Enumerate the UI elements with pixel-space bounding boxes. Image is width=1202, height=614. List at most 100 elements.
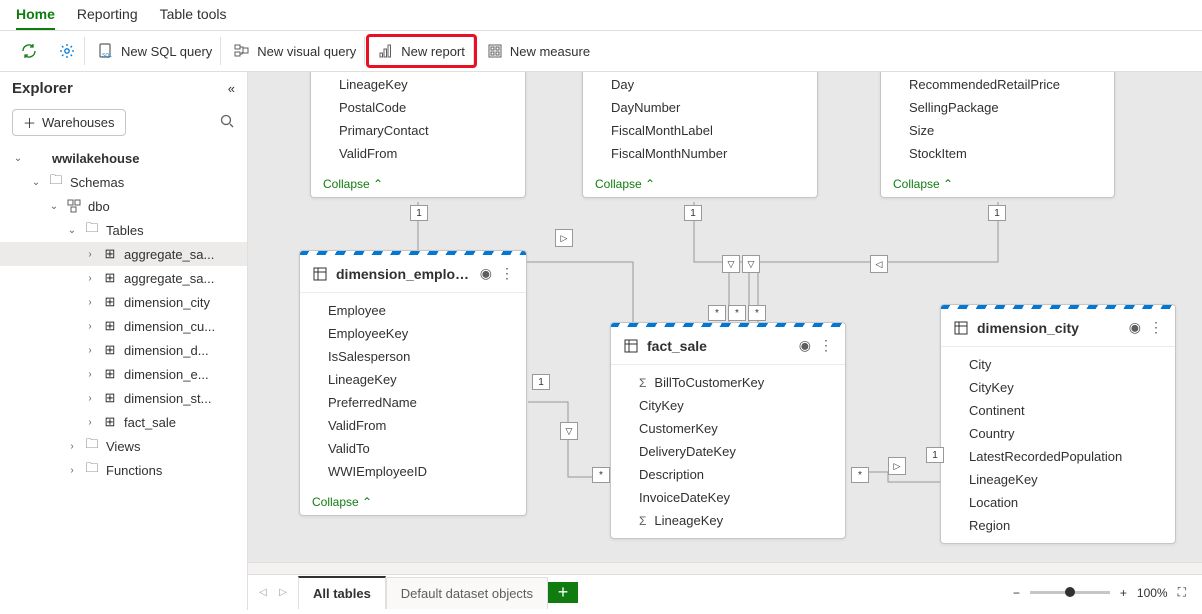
collapse-button[interactable]: Collapse ⌃ [881,171,1114,197]
field: ValidTo [300,437,526,460]
visibility-icon[interactable]: ◉ [799,337,811,354]
add-warehouse-button[interactable]: ＋ Warehouses [12,109,126,136]
collapse-button[interactable]: Collapse ⌃ [311,171,525,197]
collapse-button[interactable]: Collapse ⌃ [583,171,817,197]
tree-database[interactable]: ⌄wwilakehouse [0,146,247,170]
new-sql-query-button[interactable]: SQL New SQL query [89,37,221,65]
tree-views[interactable]: ›🗀Views [0,434,247,458]
diagram-card-partial-3[interactable]: RecommendedRetailPrice SellingPackage Si… [880,72,1115,198]
add-tab-button[interactable]: + [548,582,578,603]
cardinality-one: 1 [532,374,550,390]
field: InvoiceDateKey [611,486,845,509]
tree-tables[interactable]: ⌄🗀Tables [0,218,247,242]
field: FiscalMonthNumber [583,142,817,165]
collapse-explorer-icon[interactable]: « [228,81,235,96]
tree-schemas[interactable]: ⌄🗀Schemas [0,170,247,194]
table-row[interactable]: ›⊞aggregate_sa... [0,266,247,290]
explorer-panel: Explorer « ＋ Warehouses ⌄wwilakehouse ⌄🗀… [0,72,248,610]
explorer-title: Explorer [12,80,73,97]
new-visual-query-button[interactable]: New visual query [225,37,365,65]
refresh-button[interactable] [12,37,46,65]
zoom-out-button[interactable]: − [1013,586,1020,600]
field: PostalCode [311,96,525,119]
tree-dbo[interactable]: ⌄dbo [0,194,247,218]
diagram-card-fact-sale[interactable]: fact_sale ◉ ⋮ ΣBillToCustomerKey CityKey… [610,322,846,539]
card-title: dimension_employee [336,266,472,282]
footer-tab-default-dataset[interactable]: Default dataset objects [386,577,548,609]
zoom-in-button[interactable]: + [1120,586,1127,600]
field: LineageKey [311,73,525,96]
tree-functions[interactable]: ›🗀Functions [0,458,247,482]
card-title: dimension_city [977,320,1121,336]
footer-tab-all-tables[interactable]: All tables [298,576,386,609]
explorer-tree: ⌄wwilakehouse ⌄🗀Schemas ⌄dbo ⌄🗀Tables ›⊞… [0,144,247,610]
toolbar-label: New visual query [257,44,356,59]
visibility-icon[interactable]: ◉ [1129,319,1141,336]
visibility-icon[interactable]: ◉ [480,265,492,282]
model-canvas[interactable]: LineageKey PostalCode PrimaryContact Val… [248,72,1202,562]
nav-prev-icon[interactable]: ▷ [274,584,292,602]
measure-icon [486,42,504,60]
field: City [941,353,1175,376]
table-icon: ⊞ [102,366,118,382]
search-icon[interactable] [219,113,235,132]
sigma-icon: Σ [639,514,646,528]
tab-table-tools[interactable]: Table tools [160,6,227,30]
cardinality-one: 1 [988,205,1006,221]
folder-icon: 🗀 [84,222,100,238]
cardinality-many: * [748,305,766,321]
diagram-card-city[interactable]: dimension_city ◉ ⋮ City CityKey Continen… [940,304,1176,544]
field: LineageKey [941,468,1175,491]
filter-direction-icon: ◁ [870,255,888,273]
filter-direction-icon: ▽ [722,255,740,273]
new-measure-button[interactable]: New measure [478,37,598,65]
diagram-card-employee[interactable]: dimension_employee ◉ ⋮ Employee Employee… [299,250,527,516]
table-row[interactable]: ›⊞dimension_city [0,290,247,314]
sigma-icon: Σ [639,376,646,390]
field: DeliveryDateKey [611,440,845,463]
table-icon [623,338,639,354]
toolbar: SQL New SQL query New visual query New r… [0,31,1202,72]
field: Size [881,119,1114,142]
filter-direction-icon: ▷ [888,457,906,475]
cardinality-one: 1 [410,205,428,221]
tab-home[interactable]: Home [16,6,55,30]
table-row[interactable]: ›⊞fact_sale [0,410,247,434]
cardinality-one: 1 [684,205,702,221]
table-row[interactable]: ›⊞dimension_cu... [0,314,247,338]
fit-to-screen-icon[interactable]: ⛶ [1178,585,1186,600]
more-icon[interactable]: ⋮ [819,337,833,354]
field: Country [941,422,1175,445]
table-icon: ⊞ [102,294,118,310]
cardinality-one: 1 [926,447,944,463]
new-report-button[interactable]: New report [369,37,474,65]
horizontal-scrollbar[interactable] [248,562,1202,574]
pill-label: Warehouses [42,115,115,130]
collapse-button[interactable]: Collapse ⌃ [300,489,526,515]
filter-direction-icon: ▽ [742,255,760,273]
table-row[interactable]: ›⊞aggregate_sa... [0,242,247,266]
cardinality-many: * [851,467,869,483]
sql-icon: SQL [97,42,115,60]
table-row[interactable]: ›⊞dimension_d... [0,338,247,362]
svg-text:SQL: SQL [102,53,112,59]
field: ValidFrom [300,414,526,437]
diagram-card-partial-1[interactable]: LineageKey PostalCode PrimaryContact Val… [310,72,526,198]
folder-icon: 🗀 [48,174,64,190]
field: Continent [941,399,1175,422]
diagram-card-partial-2[interactable]: Day DayNumber FiscalMonthLabel FiscalMon… [582,72,818,198]
table-icon [953,320,969,336]
more-icon[interactable]: ⋮ [1149,319,1163,336]
refresh-icon [20,42,38,60]
table-row[interactable]: ›⊞dimension_e... [0,362,247,386]
tab-reporting[interactable]: Reporting [77,6,138,30]
field: SellingPackage [881,96,1114,119]
more-icon[interactable]: ⋮ [500,265,514,282]
table-icon: ⊞ [102,246,118,262]
nav-first-icon[interactable]: ◁ [254,584,272,602]
table-icon [312,266,328,282]
table-row[interactable]: ›⊞dimension_st... [0,386,247,410]
settings-button[interactable] [50,37,85,65]
footer: ◁ ▷ All tables Default dataset objects +… [248,574,1202,610]
zoom-slider[interactable] [1030,591,1110,594]
